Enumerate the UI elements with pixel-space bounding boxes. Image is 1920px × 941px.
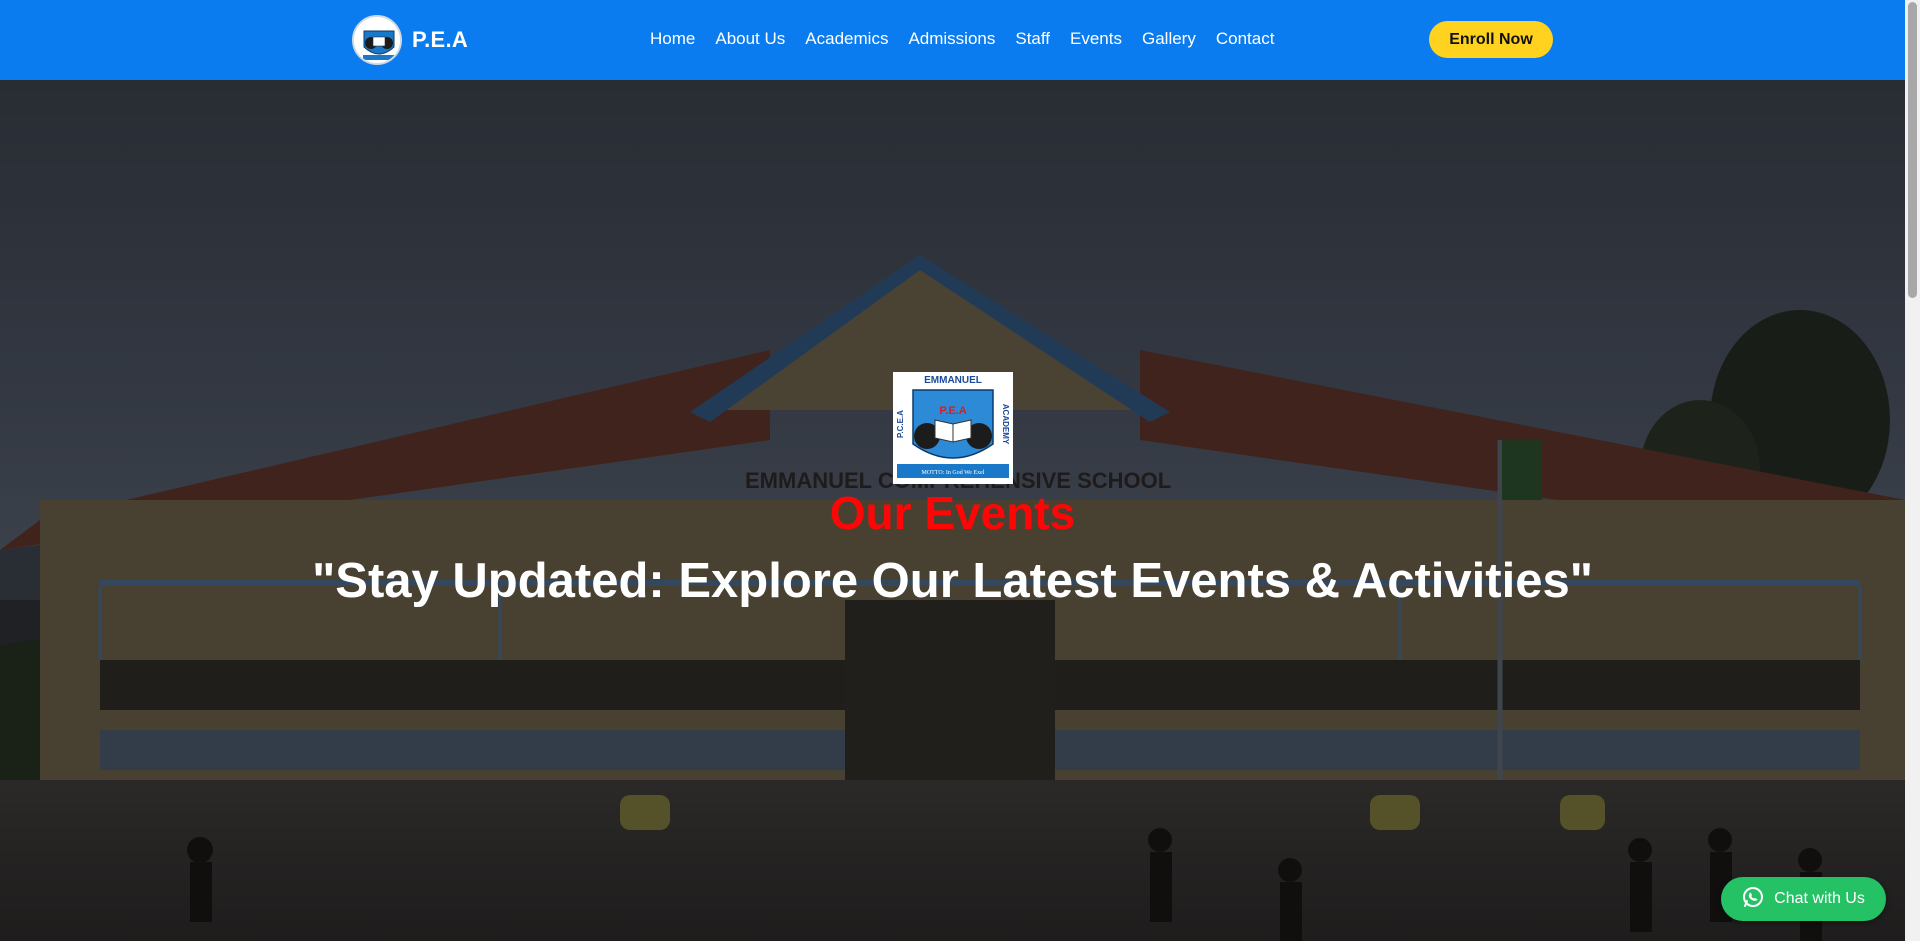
page-title: Our Events (829, 487, 1076, 539)
whatsapp-icon (1742, 886, 1764, 913)
school-crest-logo: EMMANUEL P.E.A P.C.E.A ACADEMY MOTTO: In… (893, 372, 1013, 484)
brand-link[interactable]: P.E.A (352, 14, 468, 66)
main-nav: Home About Us Academics Admissions Staff… (650, 29, 1274, 49)
chat-with-us-label: Chat with Us (1774, 890, 1865, 907)
nav-academics[interactable]: Academics (805, 29, 888, 48)
nav-contact[interactable]: Contact (1216, 29, 1275, 48)
nav-gallery[interactable]: Gallery (1142, 29, 1196, 48)
page-subtitle: "Stay Updated: Explore Our Latest Events… (312, 554, 1593, 608)
nav-home[interactable]: Home (650, 29, 695, 48)
nav-admissions[interactable]: Admissions (908, 29, 995, 48)
enroll-now-button[interactable]: Enroll Now (1429, 21, 1553, 58)
chat-with-us-button[interactable]: Chat with Us (1721, 877, 1886, 921)
crest-motto-text: MOTTO: In God We Exel (922, 470, 985, 476)
nav-staff[interactable]: Staff (1015, 29, 1050, 48)
crest-center-text: P.E.A (939, 405, 966, 417)
nav-events[interactable]: Events (1070, 29, 1122, 48)
scrollbar-thumb[interactable] (1908, 2, 1917, 298)
school-crest-icon (352, 15, 402, 65)
brand-name: P.E.A (412, 27, 469, 52)
crest-top-text: EMMANUEL (924, 375, 982, 386)
crest-right-text: ACADEMY (1001, 404, 1010, 445)
crest-left-text: P.C.E.A (896, 410, 905, 438)
page-scrollbar[interactable] (1905, 0, 1920, 941)
site-header: P.E.A Home About Us Academics Admissions… (0, 0, 1905, 80)
nav-about-us[interactable]: About Us (715, 29, 785, 48)
